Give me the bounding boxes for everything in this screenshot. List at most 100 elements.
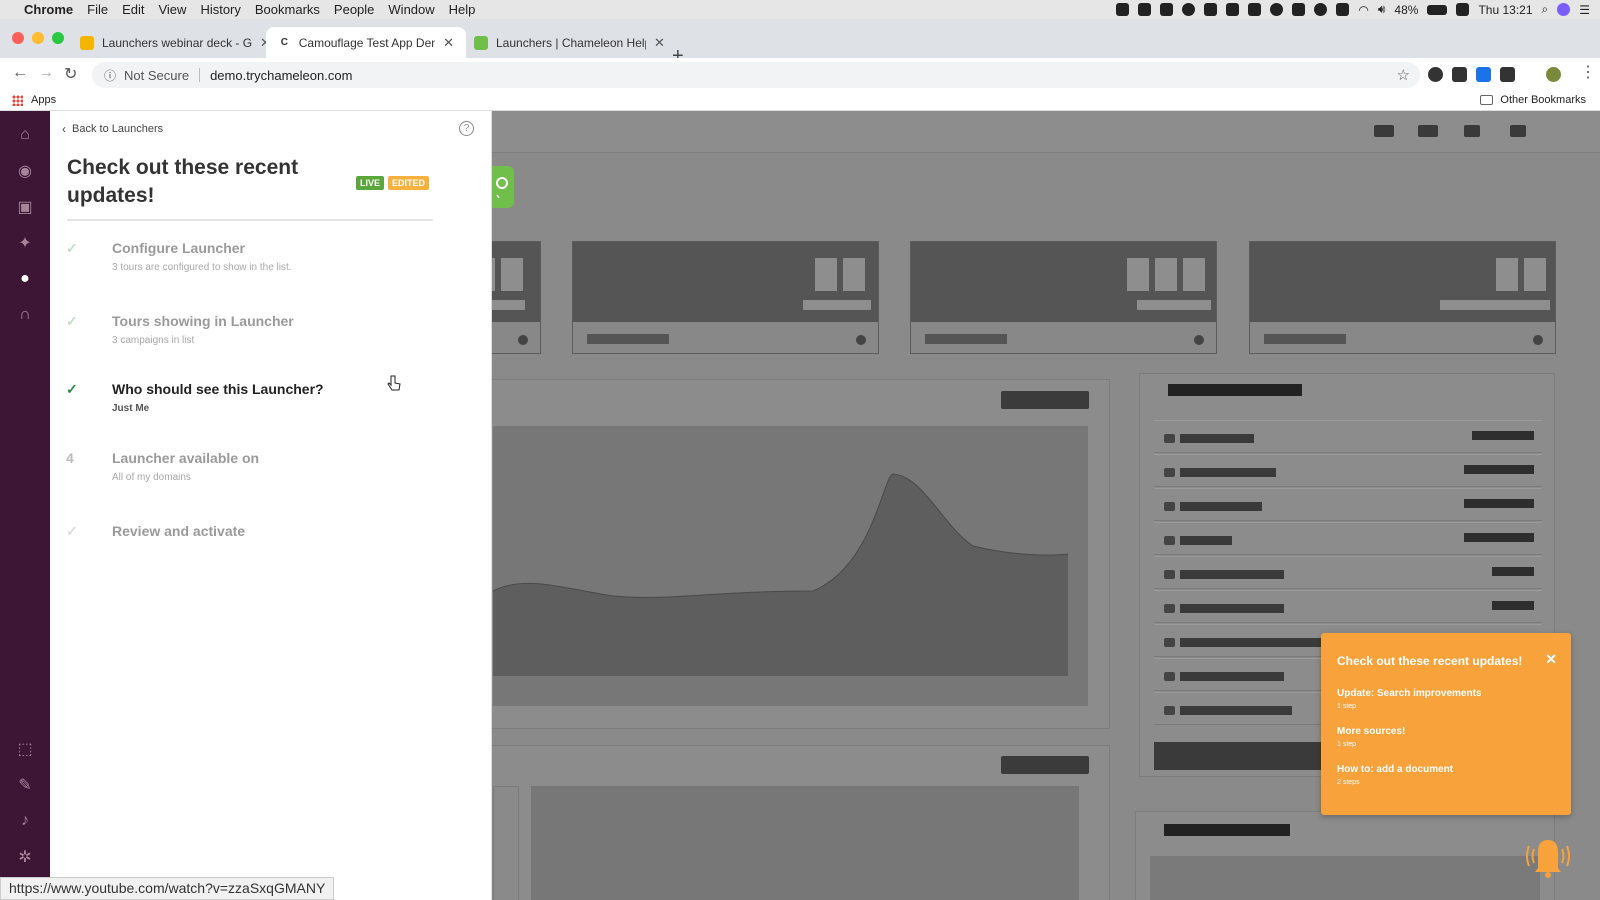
compass-icon[interactable]: ◉: [15, 161, 35, 181]
battery-percent[interactable]: 48%: [1394, 3, 1418, 17]
keyboard-icon[interactable]: [1456, 3, 1470, 16]
time-machine-icon[interactable]: [1314, 3, 1328, 16]
back-label: Back to Launchers: [72, 123, 164, 135]
glasses-icon[interactable]: [1292, 3, 1306, 16]
user-icon[interactable]: [1510, 125, 1526, 137]
other-bookmarks[interactable]: Other Bookmarks: [1480, 94, 1586, 106]
extension-buffer-icon[interactable]: [1452, 67, 1467, 82]
edit-icon[interactable]: ✎: [15, 775, 35, 795]
settings-icon[interactable]: ✲: [15, 847, 35, 867]
bluetooth-icon[interactable]: [1336, 3, 1350, 16]
launcher-item[interactable]: Update: Search improvements 1 step: [1337, 688, 1482, 710]
close-tab-icon[interactable]: ✕: [654, 35, 665, 51]
extension-info-icon[interactable]: [1428, 67, 1443, 82]
mail-icon[interactable]: [1374, 125, 1394, 137]
live-badge: LIVE: [356, 176, 385, 190]
back-arrow-icon[interactable]: ←: [12, 64, 28, 82]
screen-record-icon[interactable]: [1116, 3, 1130, 16]
step-number: 4: [66, 450, 74, 466]
bookmark-star-icon[interactable]: ☆: [1397, 66, 1410, 84]
minimize-window-button[interactable]: [32, 32, 44, 44]
reload-icon[interactable]: ↻: [64, 64, 77, 84]
tasks-icon[interactable]: [1418, 125, 1438, 137]
chart-dropdown[interactable]: [1001, 391, 1089, 409]
close-window-button[interactable]: [12, 32, 24, 44]
info-circle-icon[interactable]: ⓘ: [104, 67, 116, 84]
extension-pocket-icon[interactable]: [1500, 67, 1515, 82]
home-icon[interactable]: ⌂: [15, 125, 35, 145]
step-subtitle: 3 campaigns in list: [112, 335, 195, 346]
status-bar-url: https://www.youtube.com/watch?v=zzaSxqGM…: [0, 877, 335, 900]
volume-icon[interactable]: 🔊︎: [1378, 2, 1386, 17]
menu-window[interactable]: Window: [388, 2, 434, 17]
step-title: Configure Launcher: [112, 240, 246, 256]
tab-launchers-webinar[interactable]: Launchers webinar deck - Goo ✕: [68, 27, 283, 58]
tab-chameleon-help[interactable]: Launchers | Chameleon Help C ✕: [462, 27, 677, 58]
launcher-title[interactable]: Check out these recent updates!: [67, 154, 347, 210]
bar-chart-dropdown[interactable]: [1001, 756, 1089, 774]
step-subtitle: All of my domains: [112, 472, 191, 483]
alerts-icon[interactable]: [1464, 125, 1480, 137]
bell-icon[interactable]: ♪: [15, 811, 35, 831]
siri-icon[interactable]: [1557, 3, 1571, 16]
macos-menubar: Chrome File Edit View History Bookmarks …: [0, 0, 1600, 19]
address-bar[interactable]: ⓘ Not Secure demo.trychameleon.com ☆: [92, 62, 1420, 88]
extension-blue-icon[interactable]: [1476, 67, 1491, 82]
bar-chart-area: [531, 786, 1079, 900]
close-tab-icon[interactable]: ✕: [443, 35, 454, 51]
apps-shortcut[interactable]: Apps: [12, 94, 56, 106]
activity-row: [1154, 522, 1542, 555]
headset-icon[interactable]: ∩: [15, 305, 35, 325]
selection-icon[interactable]: ⬚: [15, 739, 35, 759]
menu-bookmarks[interactable]: Bookmarks: [255, 2, 320, 17]
zoom-window-button[interactable]: [52, 32, 64, 44]
info-icon[interactable]: [1182, 3, 1196, 16]
back-to-launchers-link[interactable]: ‹ Back to Launchers: [62, 122, 163, 136]
close-icon[interactable]: ✕: [1545, 651, 1557, 668]
text-icon[interactable]: [1138, 3, 1152, 16]
blocked-icon[interactable]: [1270, 3, 1284, 16]
stat-card: [572, 241, 879, 354]
launcher-icon[interactable]: ●: [15, 269, 35, 289]
spotlight-icon[interactable]: ⌕: [1542, 2, 1549, 17]
wifi-icon[interactable]: ◠: [1358, 3, 1368, 17]
step-subtitle: 3 tours are configured to show in the li…: [112, 262, 292, 273]
help-icon[interactable]: ?: [459, 121, 474, 136]
tab-label: Camouflage Test App Demo: [298, 35, 436, 50]
menu-file[interactable]: File: [87, 2, 108, 17]
tab-camouflage-demo[interactable]: C Camouflage Test App Demo ✕: [266, 27, 466, 58]
launcher-item[interactable]: More sources! 1 step: [1337, 726, 1405, 748]
menu-history[interactable]: History: [200, 2, 240, 17]
embeddable-icon[interactable]: ▣: [15, 197, 35, 217]
clock[interactable]: Thu 13:21: [1478, 3, 1532, 17]
menu-people[interactable]: People: [334, 2, 374, 17]
lightbulb-icon[interactable]: ✦: [15, 233, 35, 253]
url-text[interactable]: demo.trychameleon.com: [210, 68, 352, 83]
menu-app-name[interactable]: Chrome: [24, 2, 73, 17]
cloud-upload-icon[interactable]: [1160, 3, 1174, 16]
activity-row: [1154, 590, 1542, 623]
apps-grid-icon: [12, 94, 23, 106]
chrome-menu-icon[interactable]: ⋮: [1580, 62, 1596, 82]
menu-view[interactable]: View: [158, 2, 186, 17]
profile-avatar[interactable]: [1546, 67, 1561, 82]
launcher-item-title: How to: add a document: [1337, 764, 1454, 775]
launcher-bell-icon[interactable]: [1520, 832, 1576, 882]
launcher-item[interactable]: How to: add a document 2 steps: [1337, 764, 1453, 786]
security-label: Not Secure: [124, 67, 190, 83]
chameleon-toggle-tab[interactable]: [492, 166, 514, 208]
mouse-cursor-icon: [387, 375, 401, 391]
p-icon[interactable]: [1226, 3, 1240, 16]
stat-card: [492, 241, 541, 354]
menu-help[interactable]: Help: [449, 2, 476, 17]
dropbox-icon[interactable]: [1204, 3, 1218, 16]
battery-icon[interactable]: [1427, 4, 1448, 15]
forward-arrow-icon[interactable]: →: [38, 64, 54, 82]
notification-center-icon[interactable]: ☰: [1579, 3, 1590, 17]
cloud-icon[interactable]: [1248, 3, 1262, 16]
step-title: Who should see this Launcher?: [112, 381, 324, 397]
check-icon: ✓: [66, 381, 78, 397]
tab-label: Launchers webinar deck - Goo: [102, 35, 252, 50]
menu-edit[interactable]: Edit: [122, 2, 144, 17]
address-separator: [199, 68, 201, 82]
